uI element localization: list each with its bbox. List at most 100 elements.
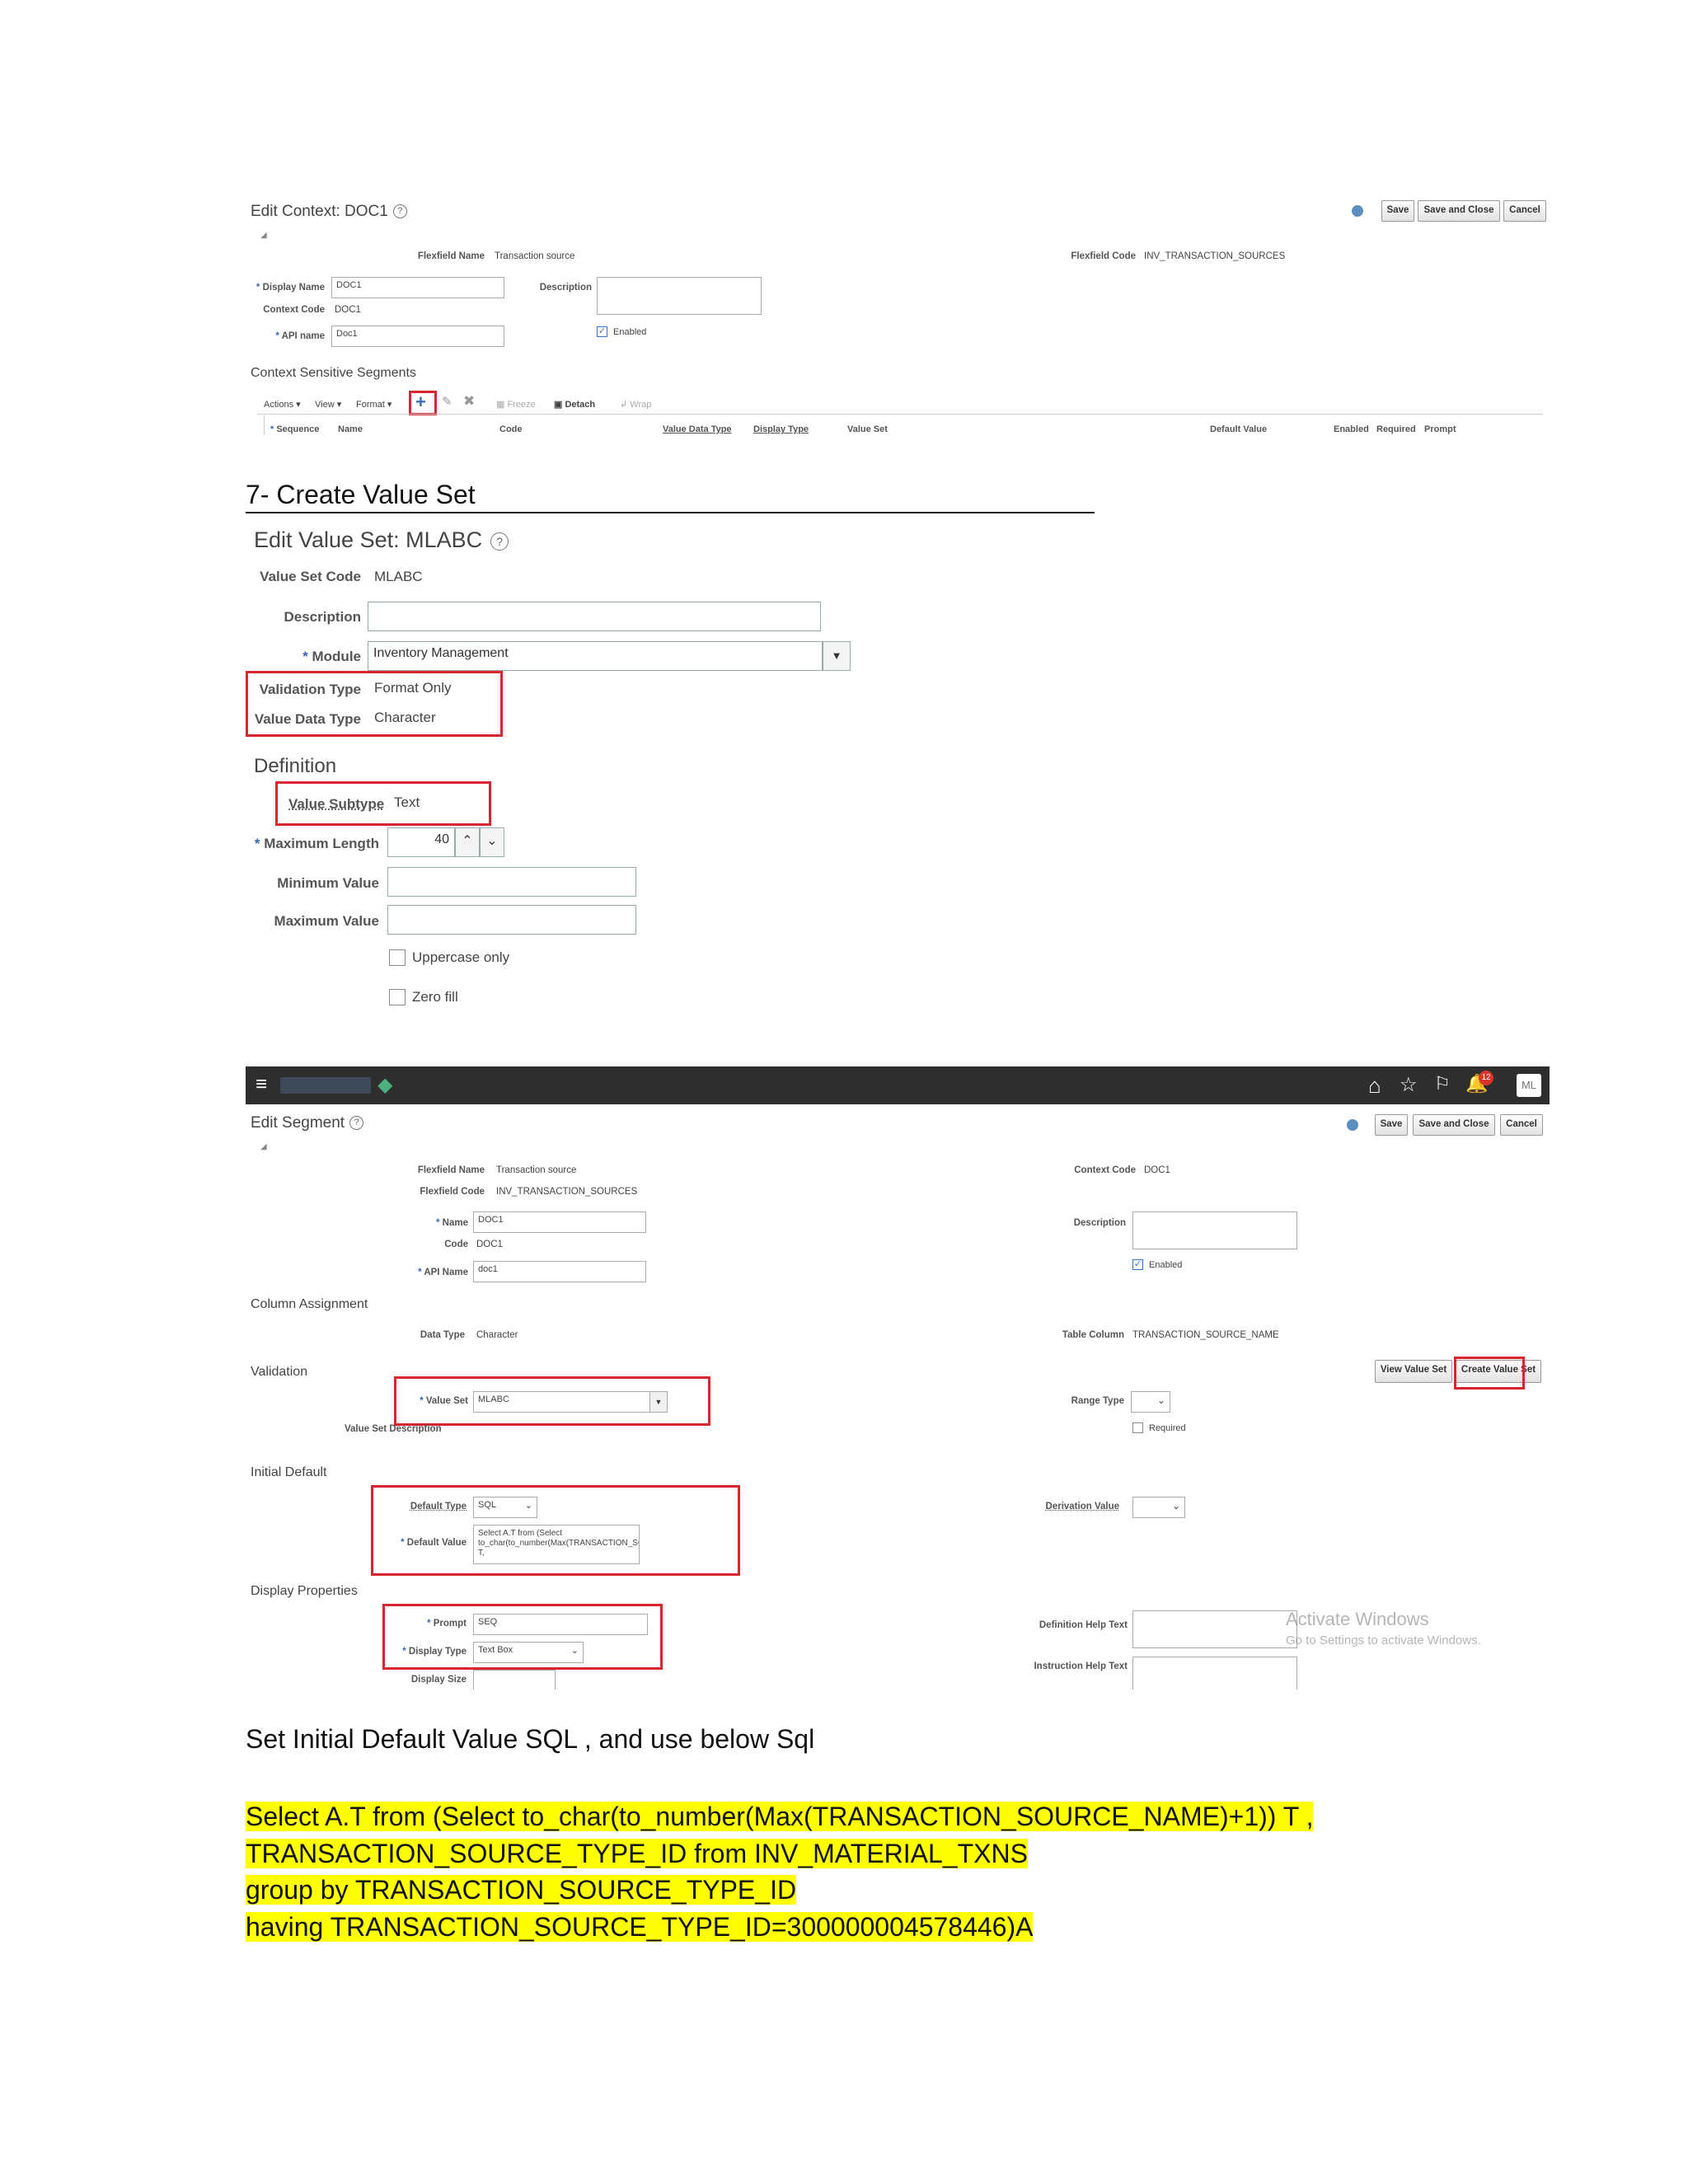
format-menu[interactable]: Format ▾	[356, 399, 392, 410]
table-left-border	[264, 415, 265, 435]
validation-type-value: Format Only	[374, 680, 452, 696]
required-checkbox[interactable]	[1132, 1422, 1143, 1433]
value-data-type-label: Value Data Type	[254, 711, 361, 727]
module-label: Module	[312, 649, 362, 664]
decrement-icon[interactable]: ⌄	[480, 827, 504, 857]
instruction-help-textarea[interactable]	[1132, 1657, 1297, 1690]
api-name-label: API Name	[424, 1268, 468, 1277]
definition-help-textarea[interactable]	[1132, 1610, 1297, 1648]
description-textarea[interactable]	[1132, 1212, 1297, 1249]
value-set-description-label: Value Set Description	[345, 1424, 442, 1434]
hamburger-icon[interactable]: ≡	[256, 1073, 267, 1096]
max-length-label: Maximum Length	[264, 836, 379, 851]
flag-icon[interactable]: ⚐	[1434, 1073, 1451, 1094]
uppercase-checkbox[interactable]	[389, 949, 406, 966]
home-icon[interactable]: ⌂	[1368, 1073, 1381, 1099]
chevron-down-icon[interactable]: ▼	[823, 641, 851, 671]
data-type-value: Character	[476, 1330, 518, 1340]
enabled-label: Enabled	[613, 327, 647, 337]
activate-windows-title: Activate Windows	[1286, 1609, 1429, 1629]
definition-help-label: Definition Help Text	[1039, 1620, 1128, 1630]
view-menu[interactable]: View ▾	[315, 399, 341, 410]
required-label: Required	[1149, 1423, 1186, 1433]
display-size-input[interactable]	[473, 1670, 556, 1690]
column-header: Value Set	[847, 424, 888, 434]
value-set-select[interactable]: MLABC	[473, 1391, 651, 1413]
value-set-code: MLABC	[374, 569, 423, 584]
wrap-button[interactable]: ↲ Wrap	[620, 399, 651, 410]
edit-context-title: Edit Context: DOC1?	[251, 203, 407, 221]
collapse-icon[interactable]: ◢	[260, 1142, 267, 1151]
save-close-button[interactable]: Save and Close	[1418, 200, 1500, 222]
delete-icon[interactable]: ✖	[463, 393, 475, 410]
add-icon[interactable]: +	[415, 391, 426, 413]
module-select[interactable]: Inventory Management	[368, 641, 823, 671]
cancel-button[interactable]: Cancel	[1500, 1114, 1543, 1136]
value-set-code-label: Value Set Code	[260, 569, 361, 584]
table-column-label: Table Column	[1062, 1330, 1124, 1340]
edit-segment-screenshot: ≡ ◆ ⌂ ☆ ⚐ 🔔 12 ML Edit Segment? ◢ Save S…	[246, 1066, 1550, 1690]
help-icon[interactable]: ?	[349, 1116, 364, 1131]
help-icon[interactable]: ?	[490, 532, 509, 551]
globe-icon[interactable]	[1352, 205, 1363, 217]
app-header	[246, 1066, 1550, 1104]
save-button[interactable]: Save	[1381, 200, 1414, 222]
create-value-set-highlight	[1454, 1357, 1525, 1390]
api-name-input[interactable]: doc1	[473, 1261, 646, 1282]
collapse-icon[interactable]: ◢	[260, 231, 267, 240]
enabled-checkbox[interactable]: ✓	[1132, 1259, 1143, 1270]
description-textarea[interactable]	[597, 277, 762, 315]
display-properties-title: Display Properties	[251, 1584, 358, 1598]
help-icon[interactable]: ?	[392, 204, 407, 219]
display-name-input[interactable]: DOC1	[331, 277, 504, 298]
prompt-label: Prompt	[433, 1619, 467, 1629]
column-header: * Sequence	[270, 424, 320, 434]
save-close-button[interactable]: Save and Close	[1413, 1114, 1495, 1136]
save-button[interactable]: Save	[1375, 1114, 1408, 1136]
default-value-textarea[interactable]: Select A.T from (Select to_char(to_numbe…	[473, 1525, 640, 1564]
edit-icon[interactable]: ✎	[442, 394, 452, 409]
column-header[interactable]: Display Type	[753, 424, 809, 434]
increment-icon[interactable]: ⌃	[455, 827, 480, 857]
api-name-input[interactable]: Doc1	[331, 326, 504, 347]
globe-icon[interactable]	[1347, 1119, 1358, 1131]
description-input[interactable]	[368, 602, 821, 631]
code-label: Code	[444, 1240, 468, 1249]
flexfield-name-value: Transaction source	[496, 1165, 577, 1175]
max-length-input[interactable]: 40	[387, 827, 455, 857]
max-value-input[interactable]	[387, 905, 636, 935]
description-label: Description	[1073, 1218, 1126, 1228]
flexfield-code-value: INV_TRANSACTION_SOURCES	[1144, 251, 1286, 261]
default-value-label: Default Value	[406, 1538, 467, 1548]
value-subtype-label: Value Subtype	[288, 796, 385, 812]
column-header: Default Value	[1210, 424, 1268, 434]
avatar[interactable]: ML	[1517, 1074, 1541, 1097]
zero-fill-checkbox[interactable]	[389, 989, 406, 1005]
min-value-input[interactable]	[387, 867, 636, 897]
name-input[interactable]: DOC1	[473, 1212, 646, 1233]
favorites-icon[interactable]: ☆	[1400, 1073, 1418, 1097]
prompt-input[interactable]: SEQ	[473, 1614, 648, 1635]
sql-line: TRANSACTION_SOURCE_TYPE_ID from INV_MATE…	[246, 1838, 1028, 1868]
sql-line: Select A.T from (Select to_char(to_numbe…	[246, 1802, 1314, 1831]
enabled-checkbox[interactable]: ✓	[597, 326, 607, 337]
display-type-label: Display Type	[408, 1647, 467, 1657]
view-value-set-button[interactable]: View Value Set	[1375, 1360, 1452, 1383]
api-name-label: API name	[281, 331, 325, 341]
edit-segment-title: Edit Segment?	[251, 1114, 364, 1132]
detach-button[interactable]: ▣ Detach	[554, 399, 595, 410]
default-type-select[interactable]: SQL ⌄	[473, 1497, 537, 1518]
company-logo	[280, 1077, 371, 1094]
freeze-button[interactable]: ▦ Freeze	[496, 399, 536, 410]
context-code-value: DOC1	[335, 305, 361, 315]
display-type-select[interactable]: Text Box ⌄	[473, 1642, 584, 1663]
derivation-value-select[interactable]: ⌄	[1132, 1497, 1185, 1518]
actions-menu[interactable]: Actions ▾	[264, 399, 301, 410]
cancel-button[interactable]: Cancel	[1503, 200, 1546, 222]
definition-title: Definition	[254, 755, 337, 777]
column-header[interactable]: Value Data Type	[663, 424, 732, 434]
range-type-select[interactable]: ⌄	[1131, 1391, 1170, 1413]
chevron-down-icon[interactable]: ▼	[649, 1391, 668, 1413]
initial-default-title: Initial Default	[251, 1465, 327, 1479]
sql-line: group by TRANSACTION_SOURCE_TYPE_ID	[246, 1875, 797, 1905]
